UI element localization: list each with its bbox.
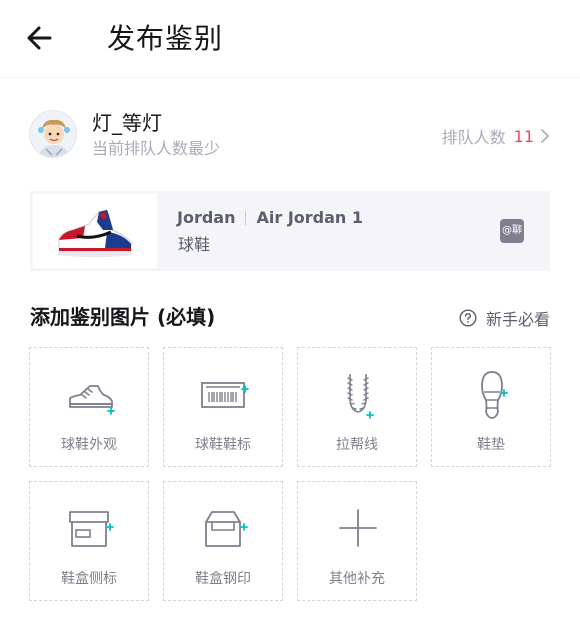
photo-slot-label: 鞋垫 <box>477 437 505 453</box>
photo-slot-label: 其他补充 <box>329 571 385 587</box>
back-arrow-icon[interactable] <box>22 20 58 56</box>
product-brand: Jordan <box>177 208 236 227</box>
section-title: 添加鉴别图片 (必填) <box>30 305 216 329</box>
appraiser-subtitle: 当前排队人数最少 <box>92 139 221 158</box>
product-series: Air Jordan 1 <box>256 208 363 227</box>
photo-slot-label: 球鞋外观 <box>61 437 117 453</box>
page-title: 发布鉴别 <box>107 22 224 55</box>
shoebox-side-label-icon <box>69 511 114 547</box>
add-icon <box>339 509 377 547</box>
product-name: Jordan Air Jordan 1 <box>177 208 363 228</box>
queue-label: 排队人数 <box>441 128 506 147</box>
product-image <box>33 194 157 268</box>
photo-slot-stitching[interactable]: 拉帮线 <box>297 347 417 467</box>
guide-label: 新手必看 <box>485 310 550 329</box>
photo-slot-sneaker-appearance[interactable]: 球鞋外观 <box>29 347 149 467</box>
queue-count: 11 <box>513 126 534 146</box>
chat-icon[interactable]: @聊 <box>500 219 524 243</box>
queue-info[interactable]: 排队人数 11 <box>442 124 550 148</box>
photo-slot-label: 鞋盒侧标 <box>61 571 117 587</box>
top-bar: 发布鉴别 <box>0 0 580 78</box>
beginner-guide-link[interactable]: 新手必看 <box>459 306 550 330</box>
shoebox-stamp-icon <box>205 511 248 547</box>
barcode-label-icon <box>201 382 249 408</box>
insole-icon <box>481 371 508 419</box>
appraiser-row[interactable]: 灯_等灯 当前排队人数最少 排队人数 11 <box>29 110 550 162</box>
divider <box>245 211 247 225</box>
photo-slot-other[interactable]: 其他补充 <box>297 481 417 601</box>
chevron-right-icon <box>541 129 549 143</box>
product-category: 球鞋 <box>178 235 211 254</box>
photo-slot-label: 球鞋鞋标 <box>195 437 251 453</box>
photo-slot-sneaker-tag[interactable]: 球鞋鞋标 <box>163 347 283 467</box>
photo-slot-insole[interactable]: 鞋垫 <box>431 347 551 467</box>
photo-slot-label: 拉帮线 <box>336 437 378 453</box>
avatar <box>29 110 77 158</box>
photo-slot-shoebox-stamp[interactable]: 鞋盒钢印 <box>163 481 283 601</box>
help-icon <box>459 309 477 327</box>
photo-slot-shoebox-side-label[interactable]: 鞋盒侧标 <box>29 481 149 601</box>
photo-slot-label: 鞋盒钢印 <box>195 571 251 587</box>
appraiser-name: 灯_等灯 <box>92 111 162 135</box>
stitching-icon <box>347 374 374 419</box>
product-card[interactable]: Jordan Air Jordan 1 球鞋 @聊 <box>30 191 550 271</box>
sneaker-icon <box>69 385 115 415</box>
